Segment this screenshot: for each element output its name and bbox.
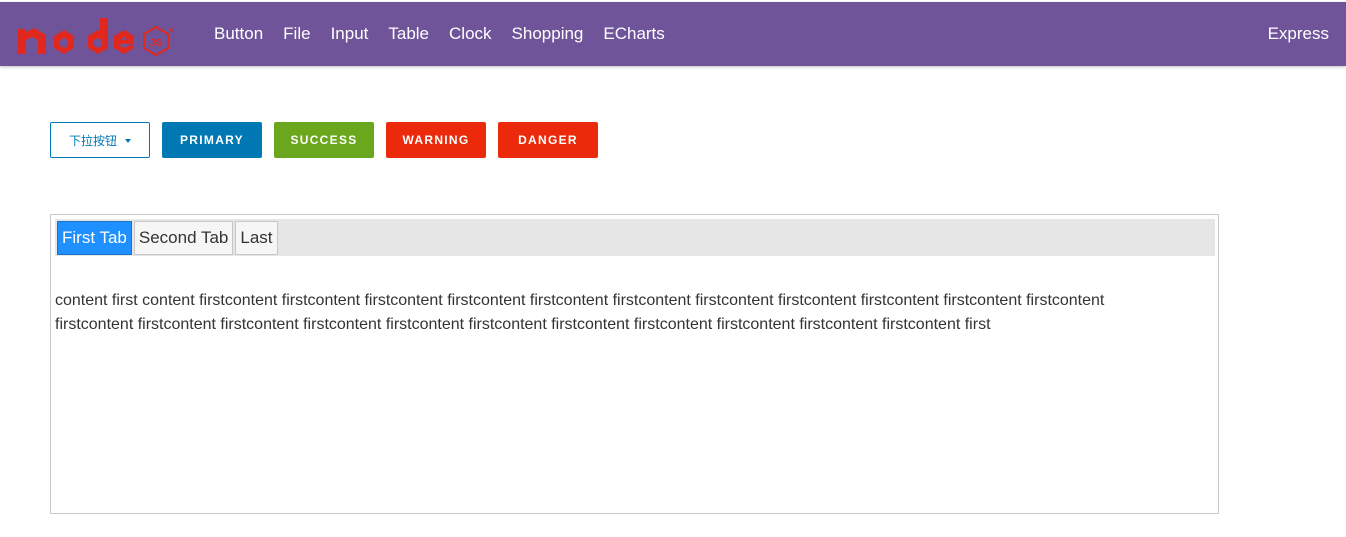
caret-down-icon <box>125 139 131 143</box>
nodejs-logo[interactable]: JS <box>16 14 176 58</box>
dropdown-button[interactable]: 下拉按钮 <box>50 122 150 158</box>
nav-link-express[interactable]: Express <box>1268 2 1329 66</box>
nav-link-clock[interactable]: Clock <box>439 2 502 66</box>
tab-second[interactable]: Second Tab <box>133 220 234 255</box>
nav-link-table[interactable]: Table <box>378 2 439 66</box>
nav-link-file[interactable]: File <box>273 2 320 66</box>
main-nav: Button File Input Table Clock Shopping E… <box>204 2 675 66</box>
dropdown-button-label: 下拉按钮 <box>68 133 117 148</box>
primary-button[interactable]: PRIMARY <box>162 122 262 158</box>
nav-link-echarts[interactable]: ECharts <box>593 2 674 66</box>
top-navbar: JS Button File Input Table Clock Shoppin… <box>0 2 1346 66</box>
nav-link-input[interactable]: Input <box>321 2 379 66</box>
warning-button[interactable]: WARNING <box>386 122 486 158</box>
success-button[interactable]: SUCCESS <box>274 122 374 158</box>
tab-strip: First Tab Second Tab Last <box>55 219 1215 256</box>
nav-link-button[interactable]: Button <box>204 2 273 66</box>
nav-link-shopping[interactable]: Shopping <box>502 2 594 66</box>
tab-content: content first content firstcontent first… <box>55 292 1105 333</box>
button-row: 下拉按钮 PRIMARY SUCCESS WARNING DANGER <box>50 122 598 158</box>
svg-text:JS: JS <box>150 38 163 49</box>
tab-first[interactable]: First Tab <box>57 220 132 255</box>
tab-last[interactable]: Last <box>235 220 278 255</box>
danger-button[interactable]: DANGER <box>498 122 598 158</box>
tab-panel: First Tab Second Tab Last content first … <box>50 214 1219 514</box>
